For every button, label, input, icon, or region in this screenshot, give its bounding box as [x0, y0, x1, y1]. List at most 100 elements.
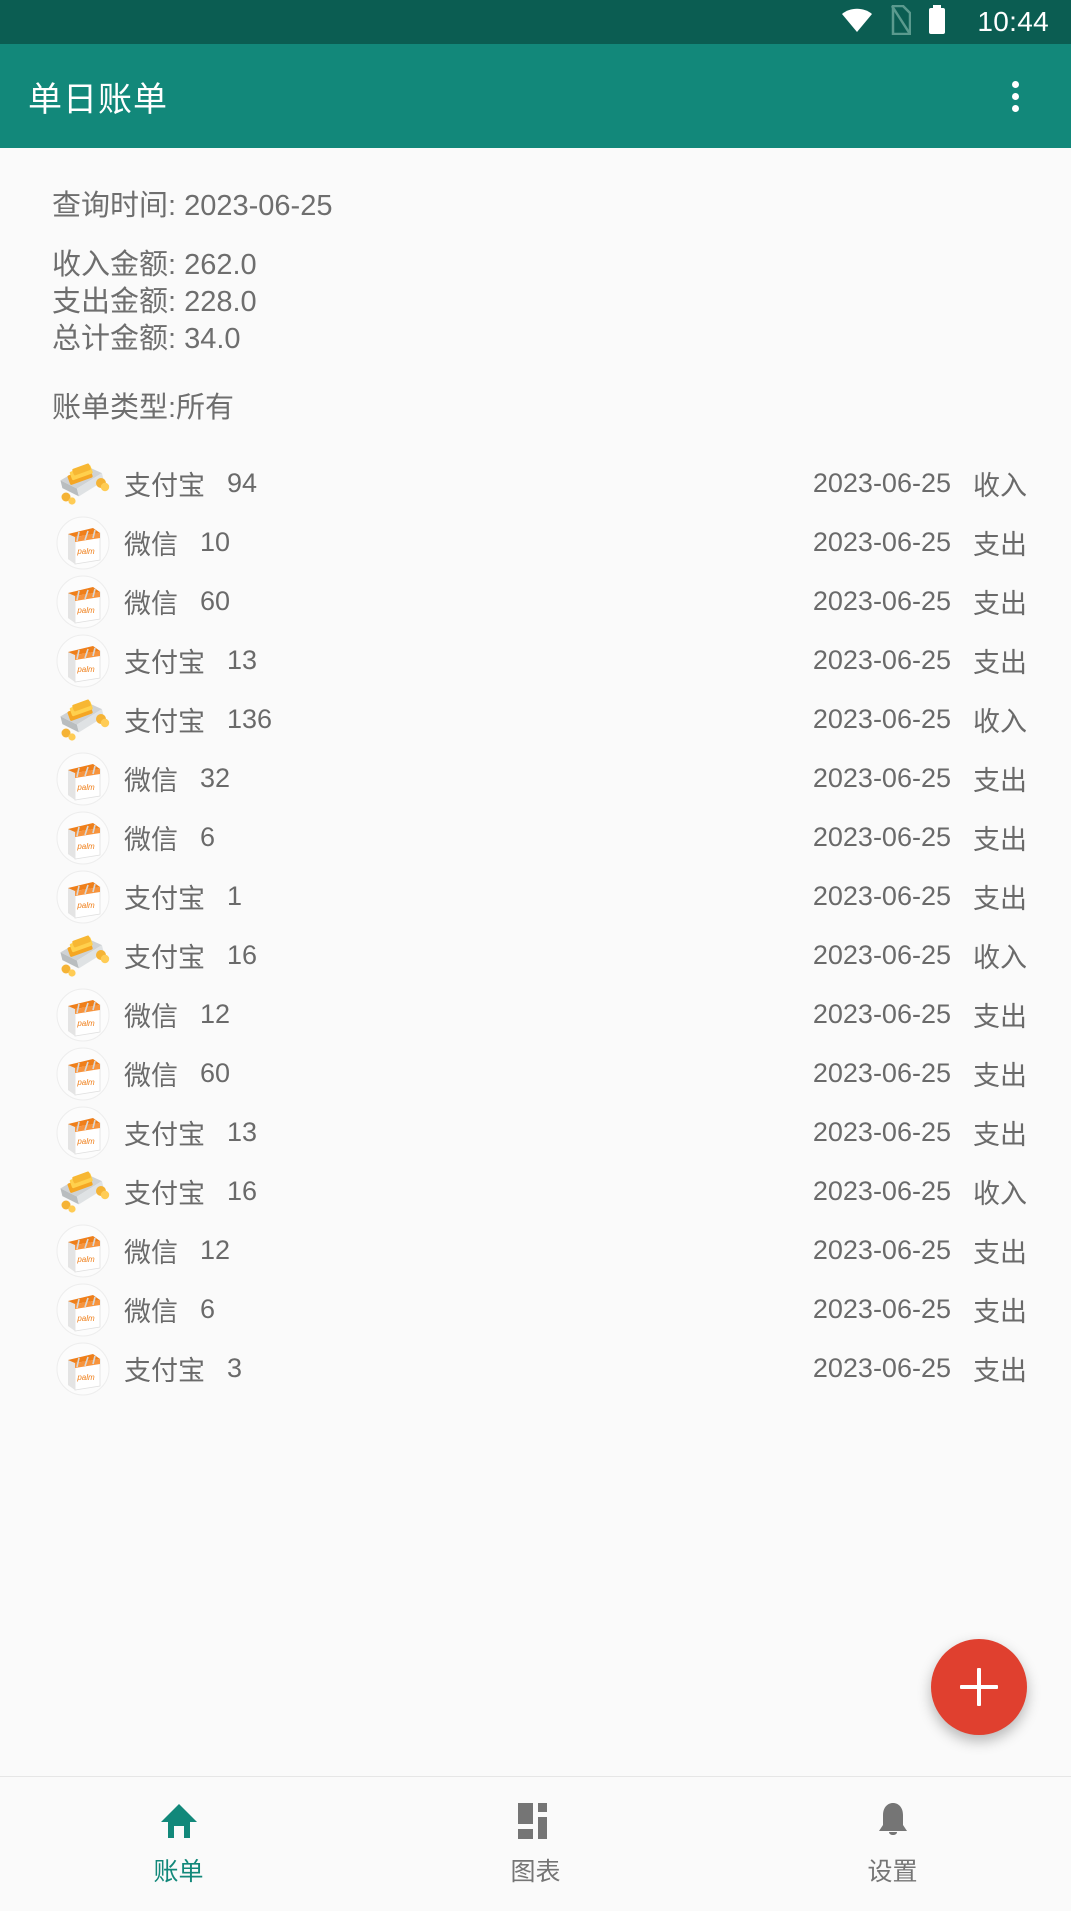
total-amount-label: 总计金额: 34.0	[52, 323, 241, 356]
page-title: 单日账单	[28, 80, 168, 119]
bill-item-date: 2023-06-25	[812, 1353, 951, 1384]
bill-item-type: 支出	[973, 1297, 1027, 1328]
bill-item-left: palm 支付宝 3	[52, 1341, 813, 1397]
money-icon	[52, 928, 114, 984]
bill-item-name: 支付宝	[124, 1120, 205, 1151]
bill-item-left: palm 微信 12	[52, 987, 813, 1043]
bill-type-label: 账单类型:所有	[52, 392, 235, 425]
bill-list-item[interactable]: palm 支付宝 13 2023-06-25 支出	[52, 1103, 1031, 1162]
bill-item-right: 2023-06-25 支出	[813, 1349, 1031, 1388]
nav-item-settings[interactable]: 设置	[714, 1800, 1071, 1888]
nav-label-settings: 设置	[867, 1858, 918, 1886]
bill-item-left: palm 微信 10	[52, 515, 813, 571]
summary-panel: 查询时间: 2023-06-25 收入金额: 262.0 支出金额: 228.0…	[0, 148, 1071, 426]
bill-list-item[interactable]: palm 微信 32 2023-06-25 支出	[52, 749, 1031, 808]
bill-item-left: palm 微信 60	[52, 1046, 813, 1102]
bill-item-type: 收入	[973, 1179, 1027, 1210]
shopping-bag-icon: palm	[52, 1282, 114, 1338]
bill-item-right: 2023-06-25 支出	[813, 1231, 1031, 1270]
shopping-bag-icon: palm	[52, 869, 114, 925]
bill-list-item[interactable]: palm 微信 60 2023-06-25 支出	[52, 572, 1031, 631]
bill-list-item[interactable]: palm 微信 12 2023-06-25 支出	[52, 1221, 1031, 1280]
bill-item-date: 2023-06-25	[812, 822, 951, 853]
svg-text:palm: palm	[76, 901, 95, 910]
bill-list-item[interactable]: 支付宝 136 2023-06-25 收入	[52, 690, 1031, 749]
bill-item-left: palm 微信 6	[52, 810, 813, 866]
bill-item-amount: 32	[200, 763, 231, 794]
bill-item-name: 支付宝	[124, 884, 205, 915]
money-icon	[52, 1164, 114, 1220]
bill-item-amount: 60	[200, 586, 231, 617]
bill-list-item[interactable]: palm 微信 10 2023-06-25 支出	[52, 513, 1031, 572]
svg-text:palm: palm	[76, 665, 95, 674]
svg-text:palm: palm	[76, 842, 95, 851]
bill-item-left: palm 支付宝 13	[52, 1105, 813, 1161]
bill-list: 支付宝 94 2023-06-25 收入 palm 微信 10 2023-06-25 支出 pal…	[0, 454, 1071, 1398]
bill-item-amount: 13	[227, 645, 258, 676]
bill-item-type: 支出	[973, 1356, 1027, 1387]
shopping-bag-icon: palm	[52, 751, 114, 807]
bill-item-date: 2023-06-25	[812, 704, 951, 735]
svg-text:palm: palm	[76, 1019, 95, 1028]
overflow-dot	[1011, 92, 1019, 100]
bill-item-right: 2023-06-25 支出	[813, 523, 1031, 562]
shopping-bag-icon: palm	[52, 515, 114, 571]
shopping-bag-icon: palm	[52, 1046, 114, 1102]
sim-card-icon	[889, 4, 912, 40]
bill-item-type: 收入	[973, 471, 1027, 502]
bill-item-amount: 60	[200, 1058, 231, 1089]
money-icon	[52, 692, 114, 748]
bill-item-name: 微信	[124, 766, 178, 797]
bill-item-left: 支付宝 136	[52, 692, 813, 748]
bottom-navigation: 账单 图表 设置	[0, 1776, 1071, 1911]
bill-list-item[interactable]: 支付宝 16 2023-06-25 收入	[52, 1162, 1031, 1221]
bill-item-date: 2023-06-25	[812, 940, 951, 971]
bill-list-item[interactable]: palm 微信 12 2023-06-25 支出	[52, 985, 1031, 1044]
bill-item-right: 2023-06-25 支出	[813, 877, 1031, 916]
bill-item-date: 2023-06-25	[812, 468, 951, 499]
bill-list-item[interactable]: palm 微信 60 2023-06-25 支出	[52, 1044, 1031, 1103]
bill-item-type: 支出	[973, 530, 1027, 561]
nav-item-bills[interactable]: 账单	[0, 1800, 357, 1888]
svg-text:palm: palm	[76, 1255, 95, 1264]
add-bill-fab[interactable]	[931, 1639, 1027, 1735]
bill-item-date: 2023-06-25	[812, 881, 951, 912]
bill-item-date: 2023-06-25	[812, 1058, 951, 1089]
content-area: 查询时间: 2023-06-25 收入金额: 262.0 支出金额: 228.0…	[0, 148, 1071, 1777]
shopping-bag-icon: palm	[52, 1341, 114, 1397]
bill-item-date: 2023-06-25	[812, 763, 951, 794]
bill-item-right: 2023-06-25 收入	[813, 700, 1031, 739]
app-bar: 单日账单	[0, 44, 1071, 148]
bill-item-amount: 10	[200, 527, 231, 558]
bill-list-item[interactable]: palm 支付宝 13 2023-06-25 支出	[52, 631, 1031, 690]
bill-list-item[interactable]: 支付宝 94 2023-06-25 收入	[52, 454, 1031, 513]
bell-icon	[876, 1800, 910, 1842]
bill-item-right: 2023-06-25 收入	[813, 936, 1031, 975]
bill-item-date: 2023-06-25	[812, 645, 951, 676]
status-bar: 10:44	[0, 0, 1071, 44]
shopping-bag-icon: palm	[52, 987, 114, 1043]
bill-item-name: 微信	[124, 589, 178, 620]
svg-text:palm: palm	[76, 783, 95, 792]
bill-item-type: 支出	[973, 1061, 1027, 1092]
bill-list-item[interactable]: palm 支付宝 1 2023-06-25 支出	[52, 867, 1031, 926]
bill-item-left: palm 微信 6	[52, 1282, 813, 1338]
nav-label-charts: 图表	[510, 1858, 561, 1886]
dashboard-icon	[517, 1800, 555, 1842]
bill-item-date: 2023-06-25	[812, 527, 951, 558]
income-amount-label: 收入金额: 262.0	[52, 249, 257, 282]
bill-list-item[interactable]: palm 支付宝 3 2023-06-25 支出	[52, 1339, 1031, 1398]
overflow-menu-button[interactable]	[987, 68, 1043, 124]
bill-item-name: 支付宝	[124, 1356, 205, 1387]
bill-item-name: 微信	[124, 1238, 178, 1269]
bill-item-type: 支出	[973, 1002, 1027, 1033]
shopping-bag-icon: palm	[52, 810, 114, 866]
svg-text:palm: palm	[76, 1137, 95, 1146]
bill-item-type: 支出	[973, 648, 1027, 679]
bill-list-item[interactable]: palm 微信 6 2023-06-25 支出	[52, 1280, 1031, 1339]
bill-list-item[interactable]: 支付宝 16 2023-06-25 收入	[52, 926, 1031, 985]
svg-text:palm: palm	[76, 1314, 95, 1323]
nav-item-charts[interactable]: 图表	[357, 1800, 714, 1888]
bill-list-item[interactable]: palm 微信 6 2023-06-25 支出	[52, 808, 1031, 867]
bill-item-amount: 16	[227, 1176, 258, 1207]
